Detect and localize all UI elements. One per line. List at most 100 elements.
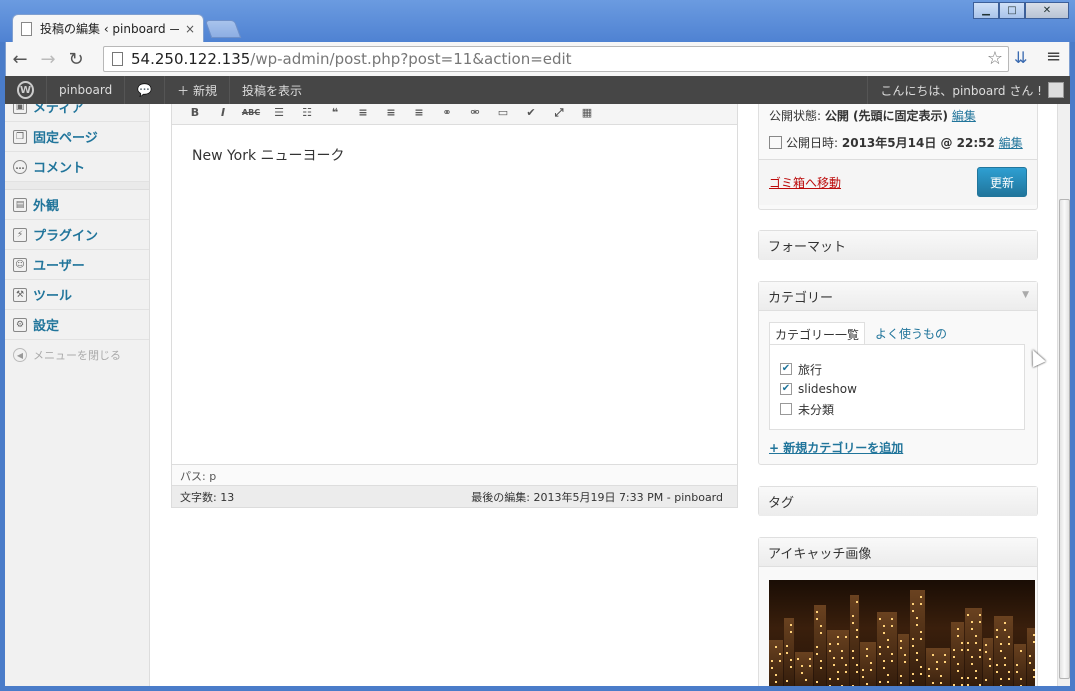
unlink-icon[interactable]: ⚮: [464, 106, 486, 119]
maximize-button[interactable]: □: [999, 2, 1025, 19]
sidebar-item-appearance[interactable]: ▤ 外観: [5, 190, 149, 220]
blockquote-icon[interactable]: ❝: [324, 106, 346, 119]
window-light: [845, 636, 847, 638]
browser-tab-active[interactable]: 投稿の編集 ‹ pinboard — ×: [12, 14, 204, 42]
link-icon[interactable]: ⚭: [436, 106, 458, 119]
window-light: [805, 679, 807, 681]
list-item[interactable]: ✔ 旅行: [780, 359, 1014, 379]
address-bar[interactable]: 54.250.122.135/wp-admin/post.php?post=11…: [103, 46, 1009, 72]
category-checkbox[interactable]: [780, 403, 792, 415]
tab-title: 投稿の編集 ‹ pinboard —: [40, 22, 179, 36]
window-light: [829, 678, 831, 680]
add-new-category-link[interactable]: + 新規カテゴリーを追加: [769, 439, 903, 456]
fullscreen-icon[interactable]: ⤢: [548, 106, 570, 120]
account-menu[interactable]: こんにちは、pinboard さん !: [867, 76, 1070, 104]
window-light: [837, 678, 839, 680]
window-light: [912, 645, 914, 647]
page-icon: [21, 21, 32, 36]
window-light: [887, 639, 889, 641]
category-label: 旅行: [798, 362, 823, 377]
reload-button[interactable]: ↻: [62, 45, 90, 73]
categories-box-title[interactable]: カテゴリー: [759, 282, 1037, 311]
bold-icon[interactable]: B: [184, 106, 206, 119]
sidebar-item-media[interactable]: ▣ メディア: [5, 104, 149, 122]
numbered-list-icon[interactable]: ☷: [296, 106, 318, 119]
wordpress-logo-icon: W: [17, 81, 34, 99]
sidebar-item-label: メディア: [33, 104, 85, 116]
update-button[interactable]: 更新: [977, 167, 1027, 197]
featured-image-title: アイキャッチ画像: [759, 538, 1037, 567]
publish-actions: ゴミ箱へ移動 更新: [759, 159, 1037, 205]
featured-image-thumbnail[interactable]: [769, 580, 1035, 686]
window-light: [971, 628, 973, 630]
wp-logo-menu[interactable]: W: [5, 76, 47, 104]
list-item[interactable]: ✔ slideshow: [780, 379, 1014, 399]
window-light: [900, 640, 902, 642]
skyline-building: [951, 622, 964, 686]
spellcheck-icon[interactable]: ✔: [520, 106, 542, 119]
category-checkbox[interactable]: ✔: [780, 383, 792, 395]
window-light: [912, 610, 914, 612]
bookmark-star-icon[interactable]: ☆: [987, 48, 1003, 69]
move-to-trash-link[interactable]: ゴミ箱へ移動: [769, 174, 841, 191]
view-post-link[interactable]: 投稿を表示: [230, 76, 314, 104]
window-light: [975, 642, 977, 644]
window-light: [820, 625, 822, 627]
sidebar-item-users[interactable]: ☺ ユーザー: [5, 250, 149, 280]
chrome-menu-icon[interactable]: ≡: [1046, 46, 1061, 67]
align-left-icon[interactable]: ≡: [352, 106, 374, 119]
window-light: [1000, 650, 1002, 652]
format-box[interactable]: フォーマット: [758, 230, 1038, 260]
window-light: [916, 659, 918, 661]
window-light: [862, 676, 864, 678]
window-light: [775, 674, 777, 676]
window-light: [1008, 643, 1010, 645]
word-count: 文字数: 13: [180, 490, 235, 504]
window-light: [912, 673, 914, 675]
new-tab-button[interactable]: [204, 20, 242, 38]
window-light: [920, 631, 922, 633]
scrollbar-thumb[interactable]: [1059, 199, 1070, 679]
page-info-icon[interactable]: [112, 52, 123, 66]
close-window-button[interactable]: ✕: [1025, 2, 1069, 19]
edit-status-link[interactable]: 編集: [952, 109, 976, 123]
editor-content-area[interactable]: New York ニューヨーク: [172, 125, 737, 464]
more-tag-icon[interactable]: ▭: [492, 106, 514, 119]
sidebar-item-label: プラグイン: [33, 229, 99, 244]
tags-box[interactable]: タグ: [758, 486, 1038, 516]
box-toggle-icon[interactable]: ▼: [1022, 290, 1029, 300]
sidebar-item-plugins[interactable]: ⚡ プラグイン: [5, 220, 149, 250]
tab-close-icon[interactable]: ×: [185, 22, 195, 36]
window-light: [845, 664, 847, 666]
sidebar-item-pages[interactable]: ❐ 固定ページ: [5, 122, 149, 152]
site-name-link[interactable]: pinboard: [47, 76, 126, 104]
window-light: [856, 636, 858, 638]
sidebar-item-tools[interactable]: ⚒ ツール: [5, 280, 149, 310]
window-light: [979, 614, 981, 616]
calendar-icon: [769, 136, 782, 149]
category-checkbox[interactable]: ✔: [780, 363, 792, 375]
window-light: [979, 621, 981, 623]
window-light: [967, 614, 969, 616]
extension-download-icon[interactable]: ⇊: [1014, 48, 1027, 67]
align-right-icon[interactable]: ≡: [408, 106, 430, 119]
sidebar-item-settings[interactable]: ⚙ 設定: [5, 310, 149, 340]
window-light: [841, 685, 843, 686]
comments-icon[interactable]: 💬: [125, 76, 166, 104]
window-light: [837, 636, 839, 638]
page-scrollbar[interactable]: [1057, 104, 1070, 686]
forward-button[interactable]: →: [34, 45, 62, 73]
edit-date-link[interactable]: 編集: [999, 136, 1023, 150]
list-item[interactable]: 未分類: [780, 399, 1014, 419]
kitchen-sink-icon[interactable]: ▦: [576, 106, 598, 119]
align-center-icon[interactable]: ≡: [380, 106, 402, 119]
italic-icon[interactable]: I: [212, 106, 234, 119]
collapse-menu-button[interactable]: ◀ メニューを閉じる: [5, 340, 149, 370]
minimize-button[interactable]: ▁: [973, 2, 999, 19]
bullet-list-icon[interactable]: ☰: [268, 106, 290, 119]
window-light: [916, 652, 918, 654]
sidebar-item-comments[interactable]: … コメント: [5, 152, 149, 182]
back-button[interactable]: ←: [6, 45, 34, 73]
new-content-menu[interactable]: ＋ 新規: [165, 76, 230, 104]
strikethrough-icon[interactable]: ABC: [240, 108, 262, 117]
